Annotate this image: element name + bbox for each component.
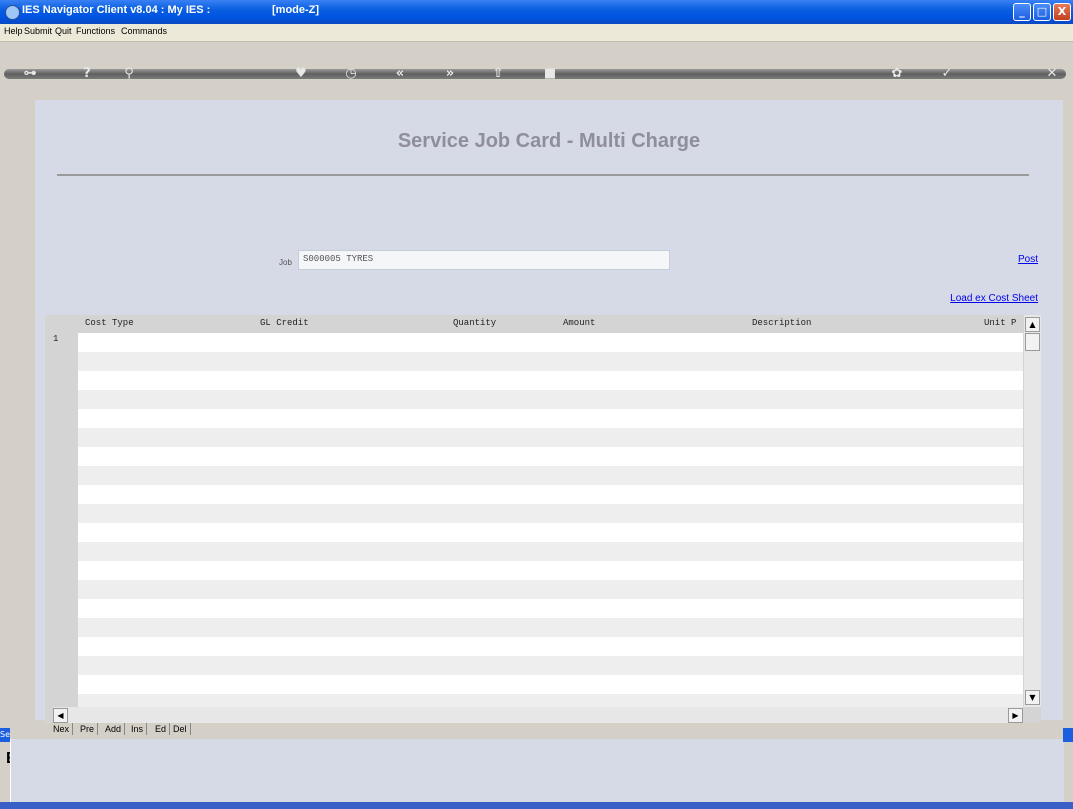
scroll-down-icon[interactable]: ▼ bbox=[1025, 690, 1040, 705]
scroll-thumb[interactable] bbox=[1025, 333, 1040, 351]
menu-quit[interactable]: Quit bbox=[55, 26, 72, 36]
forward-icon[interactable]: » bbox=[440, 64, 460, 84]
column-header-cost-type[interactable]: Cost Type bbox=[85, 318, 134, 328]
title-bar[interactable]: IES Navigator Client v8.04 : My IES : [m… bbox=[0, 0, 1073, 24]
mode-indicator: [mode-Z] bbox=[272, 4, 320, 16]
table-row[interactable] bbox=[78, 409, 1023, 428]
scroll-right-icon[interactable]: ▶ bbox=[1008, 708, 1023, 723]
table-row[interactable] bbox=[78, 675, 1023, 694]
previous-button[interactable]: Pre bbox=[80, 723, 99, 735]
menu-submit[interactable]: Submit bbox=[24, 26, 52, 36]
stop-icon[interactable]: ■ bbox=[540, 64, 560, 84]
table-row[interactable] bbox=[78, 637, 1023, 656]
grid-body[interactable] bbox=[78, 333, 1023, 709]
close-button[interactable]: X bbox=[1053, 3, 1071, 21]
post-link[interactable]: Post bbox=[1018, 254, 1038, 265]
close-icon[interactable]: ✕ bbox=[1042, 64, 1062, 84]
add-button[interactable]: Add bbox=[105, 723, 126, 735]
vertical-scrollbar[interactable]: ▲ ▼ bbox=[1024, 315, 1041, 707]
job-label: Job bbox=[279, 258, 292, 267]
column-header-amount[interactable]: Amount bbox=[563, 318, 595, 328]
toolbar: ⊶ ? ⚲ ♥ ◷ « » ⇧ ■ ✿ ✓ ✕ bbox=[4, 58, 1066, 90]
table-row[interactable] bbox=[78, 333, 1023, 352]
edit-button[interactable]: Ed bbox=[155, 723, 171, 735]
menu-functions[interactable]: Functions bbox=[76, 26, 115, 36]
search-icon[interactable]: ⚲ bbox=[119, 64, 139, 84]
column-header-quantity[interactable]: Quantity bbox=[453, 318, 496, 328]
right-edge-tab bbox=[1063, 728, 1073, 742]
page-title: Service Job Card - Multi Charge bbox=[397, 130, 701, 152]
gear-icon[interactable]: ✿ bbox=[887, 64, 907, 84]
horizontal-scrollbar[interactable]: ◀ ▶ bbox=[53, 707, 1023, 723]
side-tab[interactable]: Se bbox=[0, 728, 10, 742]
table-row[interactable] bbox=[78, 599, 1023, 618]
scroll-left-icon[interactable]: ◀ bbox=[53, 708, 68, 723]
maximize-button[interactable]: □ bbox=[1033, 3, 1051, 21]
table-row[interactable] bbox=[78, 523, 1023, 542]
rewind-icon[interactable]: « bbox=[390, 64, 410, 84]
table-row[interactable] bbox=[78, 371, 1023, 390]
key-icon[interactable]: ⊶ bbox=[20, 64, 40, 84]
job-field[interactable]: S000005 TYRES bbox=[298, 250, 670, 270]
heart-icon[interactable]: ♥ bbox=[291, 64, 311, 84]
clock-icon[interactable]: ◷ bbox=[341, 64, 361, 84]
window-title: IES Navigator Client v8.04 : My IES : bbox=[22, 4, 211, 16]
insert-button[interactable]: Ins bbox=[131, 723, 148, 735]
help-icon[interactable]: ? bbox=[77, 64, 97, 84]
load-ex-cost-sheet-link[interactable]: Load ex Cost Sheet bbox=[950, 293, 1038, 304]
application-window: IES Navigator Client v8.04 : My IES : [m… bbox=[0, 0, 1073, 809]
delete-button[interactable]: Del bbox=[173, 723, 191, 735]
table-row[interactable] bbox=[78, 447, 1023, 466]
check-icon[interactable]: ✓ bbox=[937, 64, 957, 84]
column-header-gl-credit[interactable]: GL Credit bbox=[260, 318, 309, 328]
table-row[interactable] bbox=[78, 561, 1023, 580]
scroll-up-icon[interactable]: ▲ bbox=[1025, 317, 1040, 332]
minimize-button[interactable]: _ bbox=[1013, 3, 1031, 21]
menu-bar: Help Submit Quit Functions Commands bbox=[0, 24, 1073, 42]
charges-grid: Cost Type GL Credit Quantity Amount Desc… bbox=[45, 315, 1041, 723]
column-header-description[interactable]: Description bbox=[752, 318, 811, 328]
column-header-unit-price[interactable]: Unit P bbox=[984, 318, 1016, 328]
row-number: 1 bbox=[53, 334, 59, 344]
menu-help[interactable]: Help bbox=[4, 26, 23, 36]
grid-header: Cost Type GL Credit Quantity Amount Desc… bbox=[45, 315, 1041, 333]
upload-icon[interactable]: ⇧ bbox=[488, 64, 508, 84]
bottom-panel bbox=[10, 739, 1064, 805]
menu-commands[interactable]: Commands bbox=[121, 26, 167, 36]
title-divider bbox=[57, 174, 1029, 176]
status-line bbox=[0, 802, 1073, 809]
app-icon bbox=[5, 5, 20, 20]
table-row[interactable] bbox=[78, 485, 1023, 504]
next-button[interactable]: Nex bbox=[53, 723, 74, 735]
